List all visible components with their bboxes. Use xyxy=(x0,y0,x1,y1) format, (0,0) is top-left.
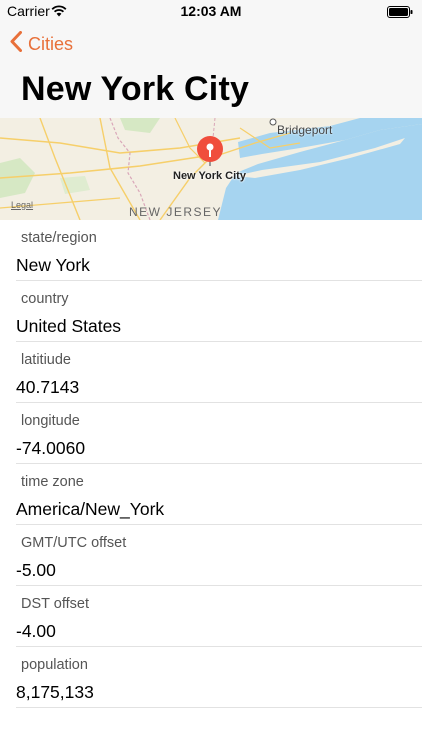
map-legal-link[interactable]: Legal xyxy=(11,200,33,210)
detail-row-time-zone: time zone America/New_York xyxy=(0,464,422,525)
map-city-label: New York City xyxy=(173,170,246,182)
detail-value: -5.00 xyxy=(16,560,56,580)
status-time: 12:03 AM xyxy=(180,3,242,19)
detail-label: latitiude xyxy=(21,352,71,368)
chevron-left-icon xyxy=(10,31,22,57)
detail-row-population: population 8,175,133 xyxy=(0,647,422,708)
page-title: New York City xyxy=(21,70,250,108)
city-map[interactable]: New York City Bridgeport NEW JERSEY Lega… xyxy=(0,118,422,220)
status-bar: Carrier 12:03 AM xyxy=(0,0,422,24)
detail-value: -74.0060 xyxy=(16,438,86,458)
back-button[interactable]: Cities xyxy=(10,31,74,57)
detail-label: country xyxy=(21,291,69,307)
navigation-bar: Cities New York City xyxy=(0,24,422,119)
detail-value: 8,175,133 xyxy=(16,682,94,702)
detail-row-gmt-offset: GMT/UTC offset -5.00 xyxy=(0,525,422,586)
battery-icon xyxy=(387,5,413,23)
detail-value: 40.7143 xyxy=(16,377,80,397)
detail-value: New York xyxy=(16,255,90,275)
detail-label: DST offset xyxy=(21,596,89,612)
detail-row-state: state/region New York xyxy=(0,220,422,281)
detail-value: -4.00 xyxy=(16,621,56,641)
detail-label: GMT/UTC offset xyxy=(21,535,127,551)
city-details-list: state/region New York country United Sta… xyxy=(0,220,422,708)
detail-value: United States xyxy=(16,316,122,336)
detail-row-dst-offset: DST offset -4.00 xyxy=(0,586,422,647)
detail-label: state/region xyxy=(21,230,97,246)
detail-row-country: country United States xyxy=(0,281,422,342)
map-label-new-jersey: NEW JERSEY xyxy=(129,205,223,219)
back-button-label: Cities xyxy=(28,33,74,54)
map-label-bridgeport: Bridgeport xyxy=(277,123,333,137)
detail-value: America/New_York xyxy=(16,499,165,519)
detail-label: time zone xyxy=(21,474,84,490)
row-divider xyxy=(16,707,422,708)
detail-row-longitude: longitude -74.0060 xyxy=(0,403,422,464)
detail-label: population xyxy=(21,657,88,673)
detail-row-latitude: latitiude 40.7143 xyxy=(0,342,422,403)
detail-label: longitude xyxy=(21,413,80,429)
